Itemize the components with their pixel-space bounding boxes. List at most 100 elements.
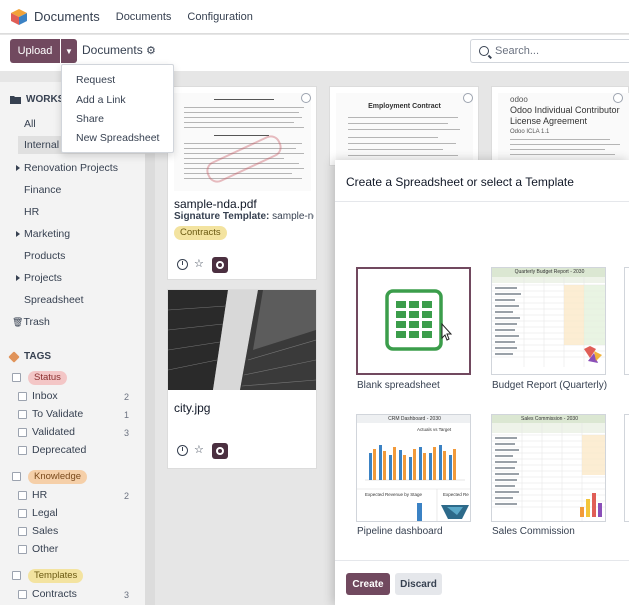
tag-sales[interactable]: Sales xyxy=(32,525,58,537)
gear-icon[interactable]: ⚙ xyxy=(146,44,156,57)
expand-caret-icon xyxy=(16,275,20,282)
tag-count: 2 xyxy=(124,392,130,402)
clock-icon[interactable] xyxy=(177,445,188,456)
tag-group-checkbox[interactable] xyxy=(12,472,21,481)
document-card-odoo-icla[interactable]: odoo Odoo Individual Contributor License… xyxy=(491,86,629,167)
sidebar-item-products[interactable]: Products xyxy=(24,250,65,262)
search-placeholder: Search... xyxy=(495,45,540,57)
template-label: Sales Commission xyxy=(492,526,575,537)
tag-checkbox[interactable] xyxy=(18,545,27,554)
sidebar-item-hr[interactable]: HR xyxy=(24,206,39,218)
tag-legal[interactable]: Legal xyxy=(32,507,58,519)
tag-checkbox[interactable] xyxy=(18,590,27,599)
sidebar-item-all[interactable]: All xyxy=(24,118,36,130)
signature-template-info: Signature Template: sample-nda... xyxy=(174,211,314,222)
spreadsheet-grid-icon xyxy=(385,289,453,351)
template-budget-report[interactable]: Quarterly Budget Report - 2030 xyxy=(491,267,606,375)
document-card-nda[interactable]: sample-nda.pdf Signature Template: sampl… xyxy=(167,86,317,280)
star-icon[interactable]: ☆ xyxy=(194,259,204,270)
document-card-employment[interactable]: Employment Contract xyxy=(329,86,479,167)
sidebar-item-spreadsheet[interactable]: Spreadsheet xyxy=(24,294,84,306)
tag-checkbox[interactable] xyxy=(18,428,27,437)
sidebar-item-projects[interactable]: Projects xyxy=(16,272,62,284)
search-icon xyxy=(479,46,489,56)
tag-checkbox[interactable] xyxy=(18,509,27,518)
template-label: Budget Report (Quarterly) xyxy=(492,380,607,391)
tag-checkbox[interactable] xyxy=(18,410,27,419)
dialog-title: Create a Spreadsheet or select a Templat… xyxy=(346,175,574,189)
create-button[interactable]: Create xyxy=(346,573,390,595)
tag-group-checkbox[interactable] xyxy=(12,571,21,580)
sidebar-scrollbar[interactable] xyxy=(145,82,155,605)
menu-item-share[interactable]: Share xyxy=(76,113,104,125)
template-label: Pipeline dashboard xyxy=(357,526,443,537)
tag-icon xyxy=(8,350,20,363)
tag-checkbox[interactable] xyxy=(18,491,27,500)
clock-icon[interactable] xyxy=(177,259,188,270)
document-card-city[interactable]: city.jpg ☆ xyxy=(167,289,317,469)
menu-item-new-spreadsheet[interactable]: New Spreadsheet xyxy=(76,132,159,144)
document-preview xyxy=(174,93,311,191)
sidebar-item-finance[interactable]: Finance xyxy=(24,184,61,196)
upload-dropdown-toggle[interactable]: ▼ xyxy=(61,39,77,63)
discard-button[interactable]: Discard xyxy=(395,573,442,595)
tag-deprecated[interactable]: Deprecated xyxy=(32,444,86,456)
document-preview: odoo Odoo Individual Contributor License… xyxy=(498,93,629,167)
upload-button[interactable]: Upload xyxy=(10,39,60,63)
document-title[interactable]: sample-nda.pdf xyxy=(174,197,257,211)
app-title[interactable]: Documents xyxy=(34,9,100,24)
select-radio[interactable] xyxy=(613,93,623,103)
tag-group-status: Status xyxy=(28,371,67,385)
tag-checkbox[interactable] xyxy=(18,446,27,455)
tag-other[interactable]: Other xyxy=(32,543,58,555)
document-preview: Employment Contract xyxy=(336,93,473,167)
tag-count: 3 xyxy=(124,590,130,600)
search-input[interactable]: Search... xyxy=(470,39,629,63)
tag-count: 1 xyxy=(124,410,130,420)
menu-item-add-link[interactable]: Add a Link xyxy=(76,94,126,106)
expand-caret-icon xyxy=(16,165,20,172)
nav-configuration[interactable]: Configuration xyxy=(187,11,252,23)
template-partial[interactable] xyxy=(624,267,629,375)
select-radio[interactable] xyxy=(301,93,311,103)
tag-checkbox[interactable] xyxy=(18,392,27,401)
avatar[interactable] xyxy=(212,257,228,273)
select-radio[interactable] xyxy=(463,93,473,103)
tag-contracts-badge: Contracts xyxy=(174,226,227,240)
nav-documents[interactable]: Documents xyxy=(116,11,172,23)
workspace-header: WORKS xyxy=(10,94,64,105)
sidebar-item-marketing[interactable]: Marketing xyxy=(16,228,70,240)
template-partial[interactable] xyxy=(624,414,629,522)
template-label: Blank spreadsheet xyxy=(357,380,440,391)
sidebar-item-renovation-projects[interactable]: Renovation Projects xyxy=(16,162,118,174)
tag-checkbox[interactable] xyxy=(18,527,27,536)
tag-group-checkbox[interactable] xyxy=(12,373,21,382)
tag-contracts[interactable]: Contracts xyxy=(32,588,77,600)
document-title[interactable]: city.jpg xyxy=(174,401,210,415)
avatar[interactable] xyxy=(212,443,228,459)
folder-icon xyxy=(10,96,21,104)
tag-group-knowledge: Knowledge xyxy=(28,470,88,484)
tag-inbox[interactable]: Inbox xyxy=(32,390,58,402)
breadcrumb: Documents xyxy=(82,43,143,57)
dialog-header: Create a Spreadsheet or select a Templat… xyxy=(335,160,629,202)
template-sales-commission[interactable]: Sales Commission - 2030 xyxy=(491,414,606,522)
tag-group-templates: Templates xyxy=(28,569,84,583)
template-pipeline-dashboard[interactable]: CRM Dashboard - 2030 Actuals vs Target E… xyxy=(356,414,471,522)
tag-validated[interactable]: Validated xyxy=(32,426,75,438)
documents-app-icon[interactable] xyxy=(10,8,28,26)
dialog-footer: Create Discard xyxy=(335,560,629,605)
tag-count: 2 xyxy=(124,491,130,501)
tag-count: 3 xyxy=(124,428,130,438)
upload-dropdown-menu: Request Add a Link Share New Spreadsheet xyxy=(61,64,174,153)
spreadsheet-template-dialog: Create a Spreadsheet or select a Templat… xyxy=(335,160,629,605)
template-blank-spreadsheet[interactable] xyxy=(356,267,471,375)
menu-item-request[interactable]: Request xyxy=(76,74,115,86)
tag-hr[interactable]: HR xyxy=(32,489,47,501)
star-icon[interactable]: ☆ xyxy=(194,445,204,456)
tags-header: TAGS xyxy=(8,350,51,363)
expand-caret-icon xyxy=(16,231,20,238)
tag-to-validate[interactable]: To Validate xyxy=(32,408,83,420)
trash-icon: 🗑 xyxy=(12,317,24,327)
sidebar-item-trash[interactable]: 🗑Trash xyxy=(12,316,50,328)
